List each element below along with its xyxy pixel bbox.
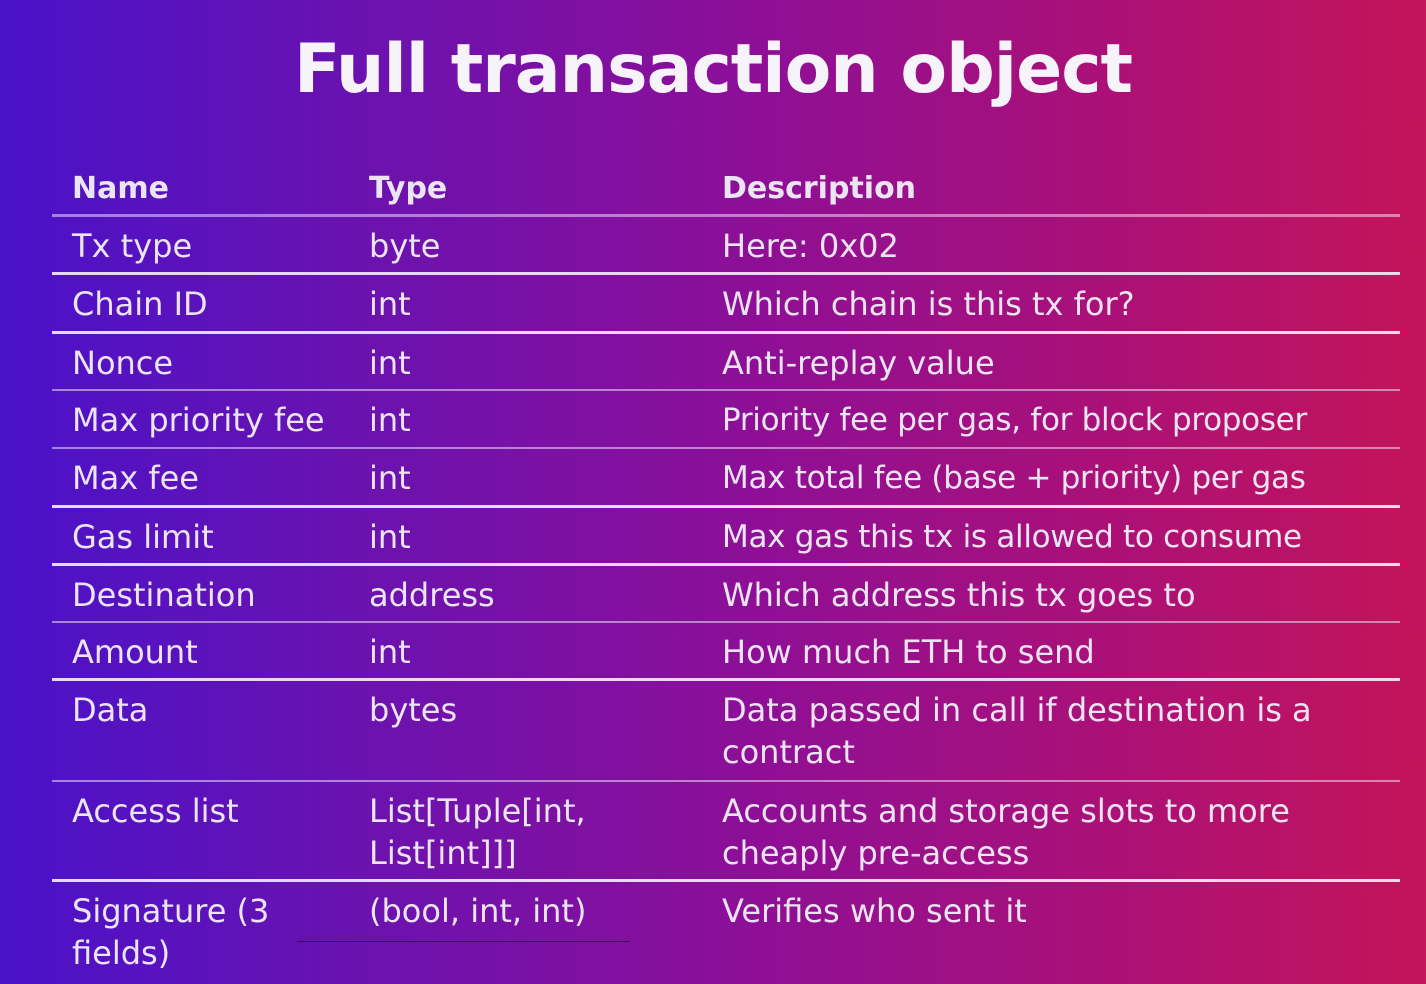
row-description: Here: 0x02 (722, 227, 899, 265)
row-name: Signature (3 fields) (72, 892, 270, 972)
row-name: Amount (72, 633, 198, 671)
row-type: bytes (369, 691, 458, 729)
header-type: Type (369, 171, 448, 206)
row-description: Priority fee per gas, for block proposer (722, 402, 1307, 438)
row-name: Data (72, 691, 149, 729)
header-name: Name (72, 171, 169, 206)
row-name: Gas limit (72, 518, 214, 556)
table-row: Amount int How much ETH to send (52, 623, 1400, 681)
row-type: int (369, 633, 411, 671)
row-type: int (369, 344, 411, 382)
transaction-table: Name Type Description Tx type byte Here:… (52, 160, 1400, 982)
row-description: Max total fee (base + priority) per gas (722, 460, 1306, 496)
row-description: Verifies who sent it (722, 892, 1027, 930)
row-name: Nonce (72, 344, 174, 382)
table-row: Access list List[Tuple[int, List[int]]] … (52, 782, 1400, 882)
row-description: Max gas this tx is allowed to consume (722, 519, 1302, 555)
row-type: (bool, int, int) (369, 892, 587, 930)
row-name: Max fee (72, 459, 199, 497)
table-row: Data bytes Data passed in call if destin… (52, 681, 1400, 782)
row-description: Anti-replay value (722, 344, 995, 382)
row-description: Data passed in call if destination is a … (722, 691, 1312, 771)
row-name: Chain ID (72, 285, 208, 323)
row-description: Which chain is this tx for? (722, 285, 1135, 323)
table-row: Nonce int Anti-replay value (52, 334, 1400, 391)
table-row: Gas limit int Max gas this tx is allowed… (52, 508, 1400, 566)
row-type: int (369, 459, 411, 497)
row-type: int (369, 518, 411, 556)
row-name: Destination (72, 576, 256, 614)
row-type: int (369, 285, 411, 323)
table-row: Chain ID int Which chain is this tx for? (52, 275, 1400, 334)
header-description: Description (722, 171, 917, 206)
row-description: How much ETH to send (722, 633, 1095, 671)
row-description: Which address this tx goes to (722, 576, 1196, 614)
table-row: Signature (3 fields) (bool, int, int) Ve… (52, 882, 1400, 982)
table-header-row: Name Type Description (52, 160, 1400, 217)
row-description: Accounts and storage slots to more cheap… (722, 792, 1290, 872)
row-type: byte (369, 227, 441, 265)
row-name: Access list (72, 792, 239, 830)
row-name: Tx type (72, 227, 193, 265)
table-row: Max priority fee int Priority fee per ga… (52, 391, 1400, 449)
page-title: Full transaction object (293, 30, 1133, 109)
table-row: Tx type byte Here: 0x02 (52, 217, 1400, 275)
decorative-underline (297, 941, 630, 942)
row-name: Max priority fee (72, 401, 325, 439)
row-type: List[Tuple[int, List[int]]] (369, 792, 586, 872)
row-type: int (369, 401, 411, 439)
row-type: address (369, 576, 495, 614)
table-row: Destination address Which address this t… (52, 566, 1400, 623)
table-row: Max fee int Max total fee (base + priori… (52, 449, 1400, 508)
